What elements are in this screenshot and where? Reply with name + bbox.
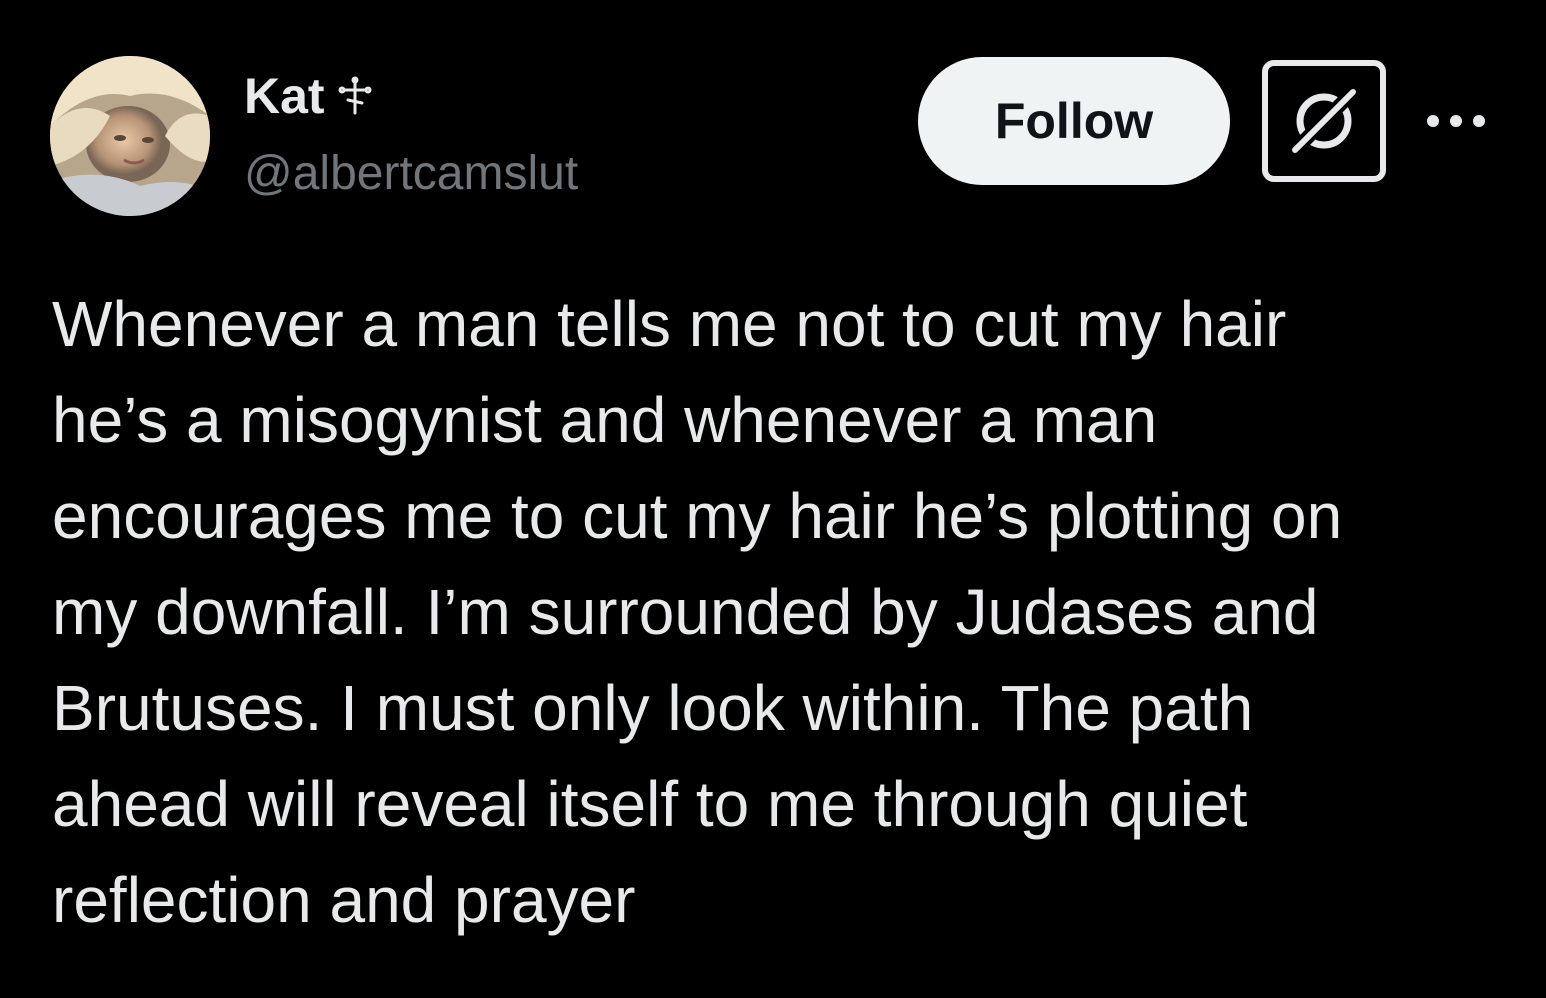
tweet-text: Whenever a man tells me not to cut my ha… [52, 276, 1492, 948]
tweet-text-line: he’s a misogynist and whenever a man [52, 384, 1158, 456]
more-button[interactable] [1418, 96, 1494, 146]
more-icon [1427, 115, 1485, 127]
orthodox-cross-icon [337, 76, 373, 116]
tweet-card: Kat @albertcamslut Follow Whenever a man… [0, 0, 1546, 998]
tweet-text-line: Brutuses. I must only look within. The p… [52, 672, 1254, 744]
tweet-text-line: Whenever a man tells me not to cut my ha… [52, 288, 1287, 360]
author-name-row: Kat [244, 66, 373, 126]
tweet-text-line: encourages me to cut my hair he’s plotti… [52, 480, 1343, 552]
author-display-name[interactable]: Kat [244, 66, 325, 126]
tweet-text-line: my downfall. I’m surrounded by Judases a… [52, 576, 1319, 648]
tweet-text-line: reflection and prayer [52, 864, 636, 936]
grok-icon [1288, 85, 1360, 157]
tweet-text-line: ahead will reveal itself to me through q… [52, 768, 1248, 840]
author-handle[interactable]: @albertcamslut [244, 144, 578, 204]
follow-button[interactable]: Follow [918, 57, 1230, 185]
avatar[interactable] [50, 56, 210, 216]
grok-button[interactable] [1262, 60, 1386, 182]
profile-photo-image [50, 56, 210, 216]
